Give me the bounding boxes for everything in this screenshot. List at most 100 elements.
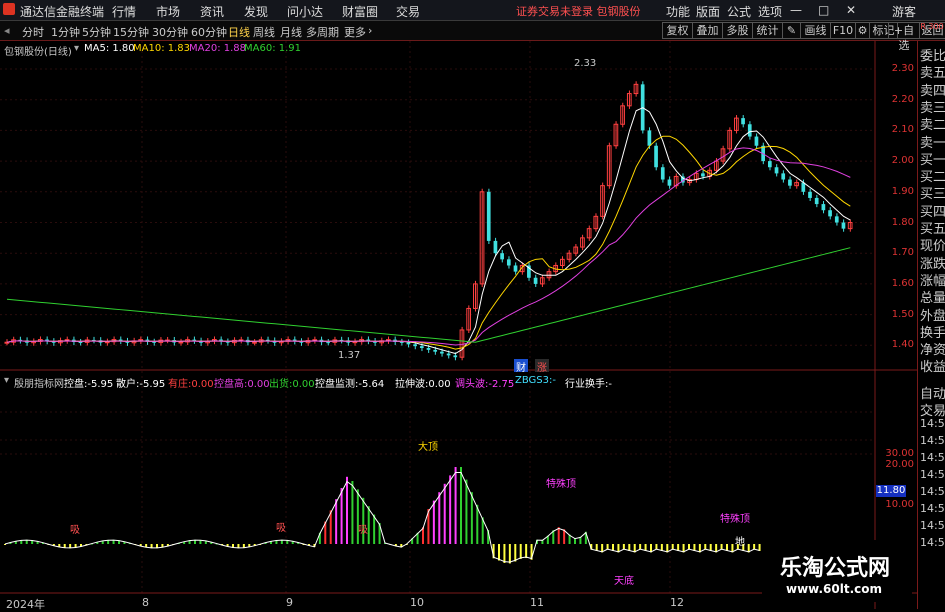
indicator-bar [465, 479, 468, 544]
toolbar-toggle-icon[interactable]: ◂ [4, 24, 10, 37]
ind-label-5: 特殊顶 [546, 479, 576, 490]
finance-badge[interactable]: 财 [514, 359, 528, 374]
menu-wealth[interactable]: 财富圈 [342, 3, 378, 20]
panel-item[interactable]: 卖一 [920, 132, 945, 151]
panel-item[interactable]: 卖五 [920, 62, 945, 81]
menu-news[interactable]: 资讯 [200, 3, 224, 20]
dropdown-icon[interactable]: ▾ [74, 43, 79, 54]
x-label-12: 12 [670, 596, 684, 609]
panel-item[interactable]: 买四 [920, 201, 945, 220]
panel-item[interactable]: 涨跌 [920, 253, 945, 272]
limit-badge[interactable]: 涨 [535, 359, 549, 374]
menu-options[interactable]: 选项 [758, 3, 782, 20]
panel-item[interactable]: 卖四 [920, 80, 945, 99]
indicator-item-8: ZBGS3:- [515, 375, 556, 386]
btn-draw[interactable]: 画线 [800, 22, 831, 39]
maximize-icon[interactable]: □ [818, 3, 829, 17]
panel-item[interactable]: 外盘 [920, 305, 945, 324]
candle-body [747, 124, 752, 137]
period-1min[interactable]: 1分钟 [51, 24, 80, 40]
period-15min[interactable]: 15分钟 [113, 24, 149, 40]
price-tick: 1.80 [891, 216, 914, 228]
menu-quotes[interactable]: 行情 [112, 3, 136, 20]
period-monthly[interactable]: 月线 [280, 24, 302, 40]
guest-user[interactable]: 游客 [892, 3, 916, 20]
panel-item[interactable]: 换手 [920, 322, 945, 341]
candle-body [781, 173, 786, 180]
btn-draw-icon[interactable]: ✎ [782, 22, 801, 39]
menu-discover[interactable]: 发现 [244, 3, 268, 20]
ind-label-1: 吸 [70, 525, 80, 536]
candle-body [433, 349, 438, 352]
panel-time-item[interactable]: 14:56 [920, 417, 945, 430]
btn-f10[interactable]: F10 [830, 22, 856, 39]
candle-body [647, 130, 652, 146]
menu-formula[interactable]: 公式 [727, 3, 751, 20]
period-intraday[interactable]: 分时 [22, 24, 44, 40]
panel-item[interactable]: 涨幅 [920, 270, 945, 289]
panel-time-item[interactable]: 14:56 [920, 468, 945, 481]
menu-function[interactable]: 功能 [666, 3, 690, 20]
ind-label-2: 吸 [276, 523, 286, 534]
candle-body [406, 342, 411, 345]
panel-item[interactable]: 卖二 [920, 114, 945, 133]
candle-body [500, 253, 504, 260]
indicator-dropdown-icon[interactable]: ▾ [4, 375, 9, 386]
candle-body [419, 346, 424, 349]
panel-item[interactable]: 净资 [920, 339, 945, 358]
panel-item[interactable]: 卖三 [920, 97, 945, 116]
panel-time-item[interactable]: 14:56 [920, 519, 945, 532]
chart-canvas[interactable] [0, 41, 917, 609]
indicator-bar [557, 527, 560, 544]
period-weekly[interactable]: 周线 [253, 24, 275, 40]
menu-market[interactable]: 市场 [156, 3, 180, 20]
menu-ask[interactable]: 问小达 [287, 3, 323, 20]
indicator-bar [367, 506, 370, 544]
panel-item[interactable]: 委比 [920, 45, 945, 64]
btn-statistics[interactable]: 统计 [752, 22, 783, 39]
indicator-tick: 20.00 [885, 459, 914, 470]
period-daily[interactable]: 日线 [228, 24, 250, 40]
panel-item[interactable]: 买五 [920, 218, 945, 237]
minimize-icon[interactable]: — [790, 3, 802, 17]
btn-add-watchlist[interactable]: +自选 [888, 22, 920, 52]
btn-restore-rights[interactable]: 复权 [662, 22, 693, 39]
panel-item[interactable]: 买一 [920, 149, 945, 168]
candle-body [667, 179, 672, 186]
menu-layout[interactable]: 版面 [696, 3, 720, 20]
x-label-11: 11 [530, 596, 544, 609]
panel-item[interactable]: 现价 [920, 235, 945, 254]
period-5min[interactable]: 5分钟 [82, 24, 111, 40]
panel-item[interactable]: 收益 [920, 356, 945, 375]
indicator-bar [340, 488, 343, 544]
btn-multi-stock[interactable]: 多股 [722, 22, 753, 39]
x-label-8: 8 [142, 596, 149, 609]
panel-time-item[interactable]: 14:56 [920, 434, 945, 447]
indicator-bar [329, 510, 332, 544]
more-chevron-icon[interactable]: › [368, 24, 372, 37]
panel-item[interactable]: 买二 [920, 166, 945, 185]
indicator-bar [476, 504, 479, 544]
btn-overlay[interactable]: 叠加 [692, 22, 723, 39]
period-30min[interactable]: 30分钟 [152, 24, 188, 40]
price-tick: 1.70 [891, 247, 914, 259]
period-60min[interactable]: 60分钟 [191, 24, 227, 40]
panel-time-item[interactable]: 14:56 [920, 502, 945, 515]
ma10-line [6, 135, 851, 350]
x-label-2024: 2024年 [6, 598, 45, 611]
period-more[interactable]: 更多 [344, 24, 366, 40]
panel-time-item[interactable]: 14:56 [920, 451, 945, 464]
login-notice[interactable]: 证券交易未登录 包钢股份 [516, 3, 641, 19]
candle-body [741, 118, 745, 125]
panel-item[interactable]: 买三 [920, 183, 945, 202]
close-icon[interactable]: ✕ [846, 3, 856, 17]
price-tick: 2.30 [891, 63, 914, 74]
panel-item[interactable]: 总量 [920, 287, 945, 306]
btn-tool-icon[interactable]: ⚙ [855, 22, 870, 39]
period-multi[interactable]: 多周期 [306, 24, 339, 40]
panel-time-item[interactable]: 14:56 [920, 536, 945, 549]
menu-trade[interactable]: 交易 [396, 3, 420, 20]
candle-body [486, 191, 491, 241]
candle-body [660, 167, 665, 180]
panel-time-item[interactable]: 14:56 [920, 485, 945, 498]
